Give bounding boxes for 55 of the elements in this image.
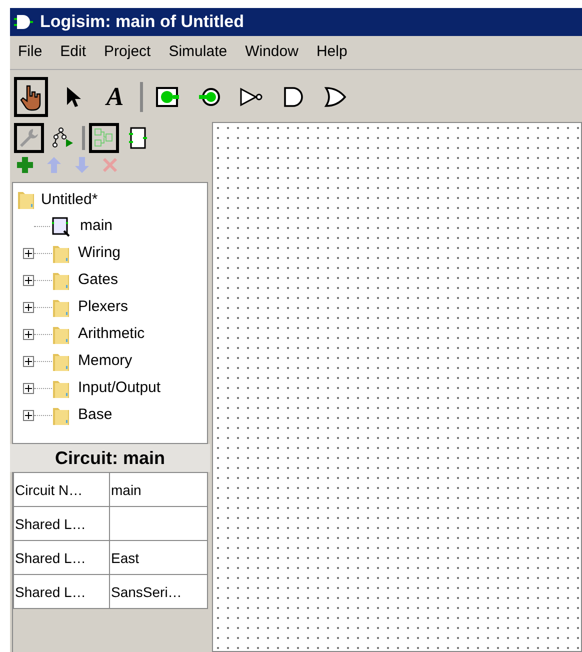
menu-item[interactable]: Project — [104, 41, 151, 64]
attribute-table-title: Circuit: main — [10, 444, 210, 472]
add-button[interactable] — [16, 156, 34, 174]
table-cell: Circuit N… — [14, 473, 110, 507]
tree-item[interactable]: Base — [78, 404, 112, 427]
tree-item[interactable]: Gates — [78, 269, 118, 292]
input-pin-icon — [155, 86, 181, 108]
tree-item[interactable]: Untitled* — [41, 188, 98, 212]
menu-item[interactable]: File — [18, 41, 42, 64]
output-pin-icon — [197, 86, 223, 108]
expander-icon[interactable] — [23, 302, 34, 313]
table-cell: Shared L… — [14, 575, 110, 609]
table-cell[interactable]: SansSeri… — [110, 575, 208, 609]
menu-item[interactable]: Window — [245, 41, 298, 64]
hand-tool-button[interactable] — [14, 77, 48, 117]
tree-item[interactable]: Input/Output — [78, 377, 161, 400]
app-logo-icon — [14, 13, 36, 31]
circuit-icon — [50, 216, 72, 238]
tree-item[interactable]: Arithmetic — [78, 323, 145, 346]
table-cell[interactable]: East — [110, 541, 208, 575]
or-gate-icon — [323, 86, 349, 108]
expander-icon[interactable] — [23, 275, 34, 286]
down-arrow-icon — [74, 156, 90, 174]
tree-item[interactable]: Memory — [78, 350, 132, 373]
menu-item[interactable]: Simulate — [168, 41, 228, 64]
and-gate-icon — [282, 86, 306, 108]
folder-icon — [17, 189, 35, 211]
wrench-icon — [18, 127, 40, 149]
menu-item[interactable]: Help — [316, 41, 348, 64]
tree-item[interactable]: Wiring — [78, 242, 121, 265]
table-cell: Shared L… — [14, 507, 110, 541]
tree-item[interactable]: main — [80, 215, 113, 238]
appearance-icon — [128, 126, 148, 150]
tree-item[interactable]: Plexers — [78, 296, 128, 319]
wrench-tool-button[interactable] — [14, 123, 44, 153]
layout-tool-button[interactable] — [89, 123, 119, 153]
expander-icon[interactable] — [23, 329, 34, 340]
delete-icon — [102, 157, 118, 173]
table-cell[interactable] — [110, 507, 208, 541]
layout-icon — [93, 127, 115, 149]
tree-play-icon — [51, 127, 75, 149]
expander-icon[interactable] — [23, 383, 34, 394]
expander-icon[interactable] — [23, 248, 34, 259]
arrow-cursor-icon — [65, 85, 81, 109]
not-gate-icon — [239, 86, 265, 108]
text-tool-button[interactable]: A — [98, 77, 132, 117]
expander-icon[interactable] — [23, 356, 34, 367]
menu-item[interactable]: Edit — [60, 41, 86, 64]
expander-icon[interactable] — [23, 410, 34, 421]
add-icon — [16, 156, 34, 174]
up-arrow-icon — [46, 156, 62, 174]
window-title: Logisim: main of Untitled — [40, 11, 244, 34]
circuit-canvas[interactable] — [212, 122, 582, 652]
table-cell: Shared L… — [14, 541, 110, 575]
table-cell[interactable]: main — [110, 473, 208, 507]
